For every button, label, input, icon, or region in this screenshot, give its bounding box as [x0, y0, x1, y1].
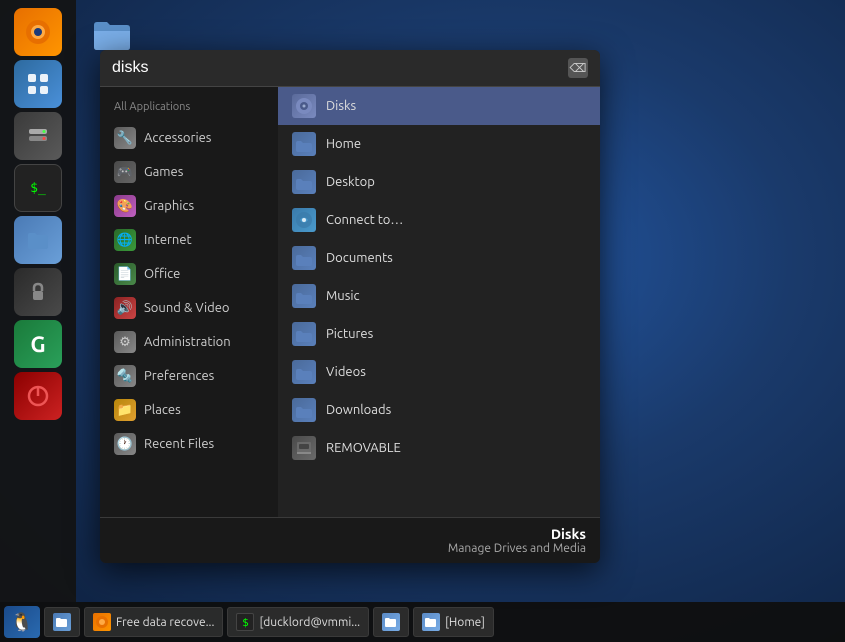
taskbar-folder2-icon: [382, 613, 400, 631]
result-pictures[interactable]: Pictures: [278, 315, 600, 353]
category-recent[interactable]: 🕐 Recent Files: [100, 427, 278, 461]
dock: $_ G: [0, 0, 76, 602]
dock-grid[interactable]: [14, 60, 62, 108]
removable-icon: [292, 436, 316, 460]
taskbar-home-icon: [422, 613, 440, 631]
results-panel: Disks Home Desktop: [278, 87, 600, 517]
category-graphics[interactable]: 🎨 Graphics: [100, 189, 278, 223]
launcher-window: ⌫ All Applications 🔧 Accessories 🎮 Games…: [100, 50, 600, 563]
launcher-footer: Disks Manage Drives and Media: [100, 517, 600, 563]
dock-g[interactable]: G: [14, 320, 62, 368]
taskbar-firefox-icon: [93, 613, 111, 631]
search-input[interactable]: [112, 59, 560, 77]
graphics-icon: 🎨: [114, 195, 136, 217]
taskbar-folder2-button[interactable]: [373, 607, 409, 637]
result-disks[interactable]: Disks: [278, 87, 600, 125]
category-prefs[interactable]: 🔩 Preferences: [100, 359, 278, 393]
taskbar-home-button[interactable]: [Home]: [413, 607, 494, 637]
search-bar: ⌫: [100, 50, 600, 87]
videos-folder-icon: [292, 360, 316, 384]
category-soundvideo[interactable]: 🔊 Sound & Video: [100, 291, 278, 325]
result-music[interactable]: Music: [278, 277, 600, 315]
internet-icon: 🌐: [114, 229, 136, 251]
search-clear-button[interactable]: ⌫: [568, 58, 588, 78]
home-folder-icon: [292, 132, 316, 156]
result-videos[interactable]: Videos: [278, 353, 600, 391]
dock-firefox[interactable]: [14, 8, 62, 56]
pictures-folder-icon: [292, 322, 316, 346]
launcher-body: All Applications 🔧 Accessories 🎮 Games 🎨…: [100, 87, 600, 517]
taskbar-home-label: [Home]: [445, 616, 485, 629]
category-internet[interactable]: 🌐 Internet: [100, 223, 278, 257]
result-downloads[interactable]: Downloads: [278, 391, 600, 429]
taskbar-terminal-label: [ducklord@vmmi...: [259, 616, 360, 629]
dock-power[interactable]: [14, 372, 62, 420]
category-places[interactable]: 📁 Places: [100, 393, 278, 427]
taskbar: 🐧 Free data recove... $ [ducklord@vmmi..…: [0, 602, 845, 642]
footer-description: Manage Drives and Media: [114, 542, 586, 555]
prefs-icon: 🔩: [114, 365, 136, 387]
accessories-icon: 🔧: [114, 127, 136, 149]
footer-title: Disks: [114, 526, 586, 542]
category-games[interactable]: 🎮 Games: [100, 155, 278, 189]
desktop-folder-icon: [292, 170, 316, 194]
dock-storage[interactable]: [14, 112, 62, 160]
soundvideo-icon: 🔊: [114, 297, 136, 319]
taskbar-files-icon: [53, 613, 71, 631]
games-icon: 🎮: [114, 161, 136, 183]
result-connect[interactable]: Connect to…: [278, 201, 600, 239]
categories-header: All Applications: [100, 97, 278, 121]
result-removable[interactable]: REMOVABLE: [278, 429, 600, 467]
category-admin[interactable]: ⚙ Administration: [100, 325, 278, 359]
dock-lock[interactable]: [14, 268, 62, 316]
admin-icon: ⚙: [114, 331, 136, 353]
taskbar-start-button[interactable]: 🐧: [4, 606, 40, 638]
disks-icon: [292, 94, 316, 118]
taskbar-files-button[interactable]: [44, 607, 80, 637]
taskbar-terminal-icon: $: [236, 613, 254, 631]
documents-folder-icon: [292, 246, 316, 270]
office-icon: 📄: [114, 263, 136, 285]
category-accessories[interactable]: 🔧 Accessories: [100, 121, 278, 155]
desktop: $_ G ⌫: [0, 0, 845, 642]
result-documents[interactable]: Documents: [278, 239, 600, 277]
taskbar-firefox-button[interactable]: Free data recove...: [84, 607, 223, 637]
taskbar-firefox-label: Free data recove...: [116, 616, 214, 629]
music-folder-icon: [292, 284, 316, 308]
connect-icon: [292, 208, 316, 232]
result-desktop[interactable]: Desktop: [278, 163, 600, 201]
taskbar-terminal-button[interactable]: $ [ducklord@vmmi...: [227, 607, 369, 637]
recent-icon: 🕐: [114, 433, 136, 455]
result-home[interactable]: Home: [278, 125, 600, 163]
dock-terminal[interactable]: $_: [14, 164, 62, 212]
places-icon: 📁: [114, 399, 136, 421]
category-office[interactable]: 📄 Office: [100, 257, 278, 291]
categories-panel: All Applications 🔧 Accessories 🎮 Games 🎨…: [100, 87, 278, 517]
dock-files[interactable]: [14, 216, 62, 264]
downloads-folder-icon: [292, 398, 316, 422]
